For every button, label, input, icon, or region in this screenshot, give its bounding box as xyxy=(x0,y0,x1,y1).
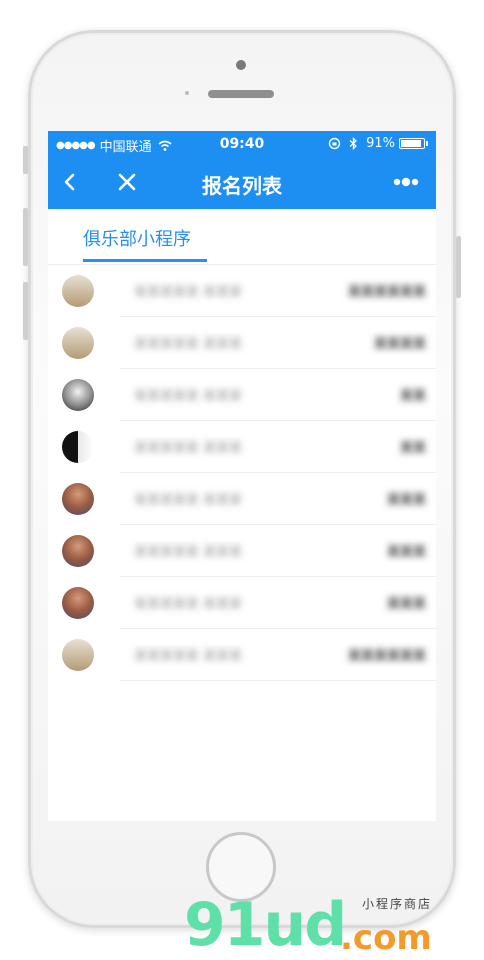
tab-club-mini-program[interactable]: 俱乐部小程序 xyxy=(83,225,191,251)
list-item[interactable]: 某某某某某 某某某 某某某某 xyxy=(48,317,436,369)
bw-crowd-avatar xyxy=(62,379,94,411)
battery-icon xyxy=(399,138,425,149)
power-button xyxy=(456,236,461,298)
registration-status: 某某某 xyxy=(386,545,426,560)
front-camera xyxy=(236,60,246,70)
list-item[interactable]: 某某某某某 某某某 某某某 xyxy=(48,473,436,525)
mute-switch xyxy=(23,146,28,174)
member-name: 某某某某某 某某某 xyxy=(134,493,243,508)
registration-status: 某某某某某某 xyxy=(347,285,426,300)
bluetooth-icon xyxy=(349,137,358,150)
list-item[interactable]: 某某某某某 某某某 某某某 xyxy=(48,525,436,577)
page-title: 报名列表 xyxy=(202,174,282,198)
bw-split-avatar xyxy=(62,431,94,463)
row-divider xyxy=(120,680,436,681)
member-name: 某某某某某 某某某 xyxy=(134,337,243,352)
registration-status: 某某某 xyxy=(386,493,426,508)
navigation-bar: 报名列表 xyxy=(48,156,436,209)
member-name: 某某某某某 某某某 xyxy=(134,389,243,404)
registration-status: 某某某 xyxy=(386,597,426,612)
volume-down-button xyxy=(23,282,28,340)
watermark-brand: 91ud xyxy=(184,890,347,960)
tab-bar: 俱乐部小程序 xyxy=(48,209,436,265)
list-item[interactable]: 某某某某某 某某某 某某某 xyxy=(48,577,436,629)
proximity-sensor xyxy=(185,91,189,95)
man-avatar xyxy=(62,535,94,567)
registration-status: 某某某某某某 xyxy=(347,649,426,664)
status-right: 91% xyxy=(328,136,428,151)
man-avatar xyxy=(62,483,94,515)
battery-percentage: 91% xyxy=(366,136,395,151)
person-avatar xyxy=(62,275,94,307)
app-screen: ●●●●● 中国联通 09:40 91% 报名列表 俱乐部小程序 某某某某某 某… xyxy=(48,131,436,821)
list-item[interactable]: 某某某某某 某某某 某某某某某某 xyxy=(48,629,436,681)
registration-status: 某某某某 xyxy=(373,337,426,352)
member-name: 某某某某某 某某某 xyxy=(134,649,243,664)
volume-up-button xyxy=(23,208,28,266)
member-name: 某某某某某 某某某 xyxy=(134,441,243,456)
member-name: 某某某某某 某某某 xyxy=(134,545,243,560)
registration-list: 某某某某某 某某某 某某某某某某 某某某某某 某某某 某某某某 某某某某某 某某某 某某某… xyxy=(48,265,436,681)
watermark-suffix: .com xyxy=(340,918,432,958)
status-bar: ●●●●● 中国联通 09:40 91% xyxy=(48,131,436,156)
battery-fill xyxy=(401,140,421,147)
list-item[interactable]: 某某某某某 某某某 某某 xyxy=(48,369,436,421)
man-avatar xyxy=(62,587,94,619)
earpiece-speaker xyxy=(208,90,274,98)
orientation-lock-icon xyxy=(328,137,341,150)
more-options-icon[interactable] xyxy=(390,172,422,192)
active-tab-indicator xyxy=(83,259,207,262)
registration-status: 某某 xyxy=(399,389,426,404)
watermark-tagline: 小程序商店 xyxy=(362,897,433,911)
person-avatar xyxy=(62,327,94,359)
list-item[interactable]: 某某某某某 某某某 某某某某某某 xyxy=(48,265,436,317)
member-name: 某某某某某 某某某 xyxy=(134,285,243,300)
person-avatar xyxy=(62,639,94,671)
list-item[interactable]: 某某某某某 某某某 某某 xyxy=(48,421,436,473)
registration-status: 某某 xyxy=(399,441,426,456)
battery-tip xyxy=(426,141,428,146)
member-name: 某某某某某 某某某 xyxy=(134,597,243,612)
